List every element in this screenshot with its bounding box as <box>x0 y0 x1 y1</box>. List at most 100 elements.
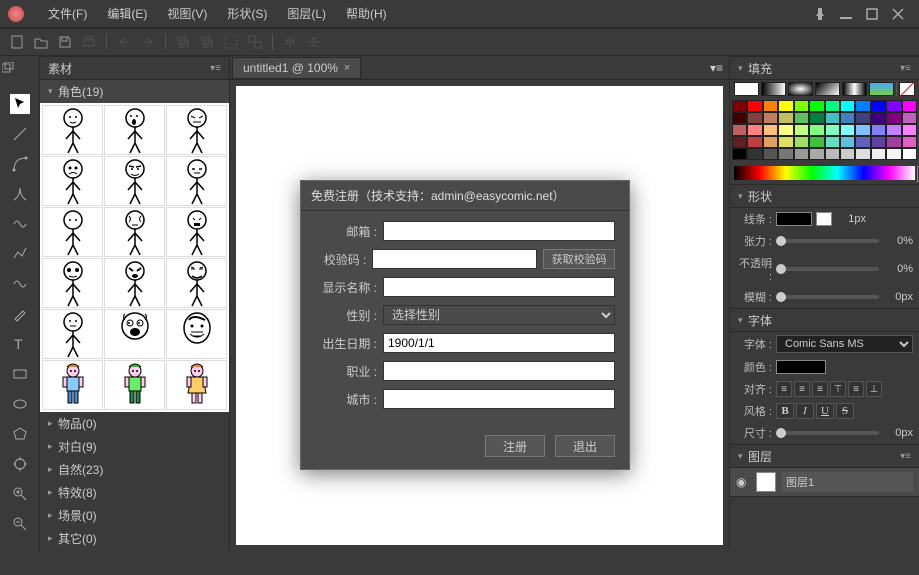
color-swatch[interactable] <box>840 112 855 124</box>
tree-nature[interactable]: ▸自然(23) <box>40 458 229 481</box>
email-input[interactable] <box>383 221 615 241</box>
color-swatch[interactable] <box>871 136 886 148</box>
display-name-input[interactable] <box>383 277 615 297</box>
minimize-icon[interactable] <box>833 4 859 24</box>
character-thumb[interactable] <box>42 156 103 206</box>
freehand-tool[interactable] <box>10 274 30 294</box>
character-thumb[interactable] <box>166 258 227 308</box>
color-swatch[interactable] <box>855 136 870 148</box>
target-tool[interactable] <box>10 454 30 474</box>
menu-edit[interactable]: 编辑(E) <box>99 3 155 24</box>
menu-file[interactable]: 文件(F) <box>40 3 95 24</box>
zoom-out-tool[interactable] <box>10 514 30 534</box>
underline-icon[interactable]: U <box>816 403 834 419</box>
color-swatch[interactable] <box>886 100 901 112</box>
color-swatch[interactable] <box>902 148 917 160</box>
color-swatch[interactable] <box>855 100 870 112</box>
fill-radial[interactable] <box>788 82 813 96</box>
color-swatch[interactable] <box>794 148 809 160</box>
close-icon[interactable] <box>885 4 911 24</box>
color-swatch[interactable] <box>886 124 901 136</box>
color-swatch[interactable] <box>794 100 809 112</box>
birth-input[interactable] <box>383 333 615 353</box>
ungroup-icon[interactable] <box>246 33 264 51</box>
line-tool[interactable] <box>10 124 30 144</box>
color-swatch[interactable] <box>809 100 824 112</box>
panel-menu-icon[interactable]: ▾≡ <box>900 63 911 74</box>
color-swatch[interactable] <box>747 136 762 148</box>
pin-icon[interactable] <box>807 4 833 24</box>
redo-icon[interactable] <box>139 33 157 51</box>
zoom-in-tool[interactable] <box>10 484 30 504</box>
color-swatch[interactable] <box>794 124 809 136</box>
fill-linear[interactable] <box>761 82 786 96</box>
ellipse-tool[interactable] <box>10 394 30 414</box>
send-back-icon[interactable] <box>198 33 216 51</box>
color-swatch[interactable] <box>871 124 886 136</box>
color-swatch[interactable] <box>886 112 901 124</box>
color-swatch[interactable] <box>763 100 778 112</box>
print-icon[interactable] <box>80 33 98 51</box>
character-thumb[interactable] <box>104 105 165 155</box>
character-thumb[interactable] <box>104 309 165 359</box>
character-thumb[interactable] <box>42 105 103 155</box>
color-swatch[interactable] <box>778 148 793 160</box>
fill-reflect[interactable] <box>842 82 867 96</box>
align-left-icon[interactable]: ≡ <box>776 381 792 397</box>
color-swatch[interactable] <box>840 100 855 112</box>
line-color2[interactable] <box>816 212 832 226</box>
color-swatch[interactable] <box>825 112 840 124</box>
italic-icon[interactable]: I <box>796 403 814 419</box>
character-thumb[interactable] <box>166 207 227 257</box>
strike-icon[interactable]: S <box>836 403 854 419</box>
color-swatch[interactable] <box>871 100 886 112</box>
color-swatch[interactable] <box>809 136 824 148</box>
color-swatch[interactable] <box>886 148 901 160</box>
panel-menu-icon[interactable]: ▾≡ <box>900 451 911 462</box>
exit-button[interactable]: 退出 <box>555 435 615 457</box>
color-swatch[interactable] <box>825 148 840 160</box>
color-swatch[interactable] <box>763 136 778 148</box>
character-thumb[interactable] <box>166 309 227 359</box>
rect-tool[interactable] <box>10 364 30 384</box>
pen-tool[interactable] <box>10 184 30 204</box>
cursor-tool[interactable] <box>10 94 30 114</box>
maximize-icon[interactable] <box>859 4 885 24</box>
color-swatch[interactable] <box>794 136 809 148</box>
fill-image[interactable] <box>869 82 894 96</box>
undo-icon[interactable] <box>115 33 133 51</box>
character-thumb[interactable] <box>104 258 165 308</box>
new-icon[interactable] <box>8 33 26 51</box>
color-swatch[interactable] <box>855 124 870 136</box>
color-swatch[interactable] <box>902 100 917 112</box>
color-swatch[interactable] <box>855 112 870 124</box>
color-swatch[interactable] <box>747 124 762 136</box>
font-color[interactable] <box>776 360 826 374</box>
restore-icon[interactable] <box>0 60 20 80</box>
bring-front-icon[interactable] <box>174 33 192 51</box>
character-thumb[interactable] <box>104 156 165 206</box>
character-thumb[interactable] <box>42 309 103 359</box>
color-swatch[interactable] <box>902 124 917 136</box>
color-swatch[interactable] <box>809 124 824 136</box>
fill-diag[interactable] <box>815 82 840 96</box>
color-swatch[interactable] <box>871 112 886 124</box>
fill-nocolor[interactable] <box>899 82 915 96</box>
font-select[interactable]: Comic Sans MS <box>776 335 913 353</box>
color-swatch[interactable] <box>732 124 747 136</box>
color-swatch[interactable] <box>809 112 824 124</box>
color-swatch[interactable] <box>763 148 778 160</box>
color-swatch[interactable] <box>902 112 917 124</box>
color-swatch[interactable] <box>747 112 762 124</box>
tree-effect[interactable]: ▸特效(8) <box>40 481 229 504</box>
color-swatch[interactable] <box>732 136 747 148</box>
character-thumb[interactable] <box>166 360 227 410</box>
character-thumb[interactable] <box>42 258 103 308</box>
menu-layer[interactable]: 图层(L) <box>279 3 334 24</box>
open-icon[interactable] <box>32 33 50 51</box>
panel-menu-icon[interactable]: ▾≡ <box>704 61 729 75</box>
layer-name[interactable]: 图层1 <box>782 472 913 492</box>
close-tab-icon[interactable]: × <box>344 62 350 74</box>
tree-scene[interactable]: ▸场景(0) <box>40 504 229 527</box>
brush-tool[interactable] <box>10 304 30 324</box>
